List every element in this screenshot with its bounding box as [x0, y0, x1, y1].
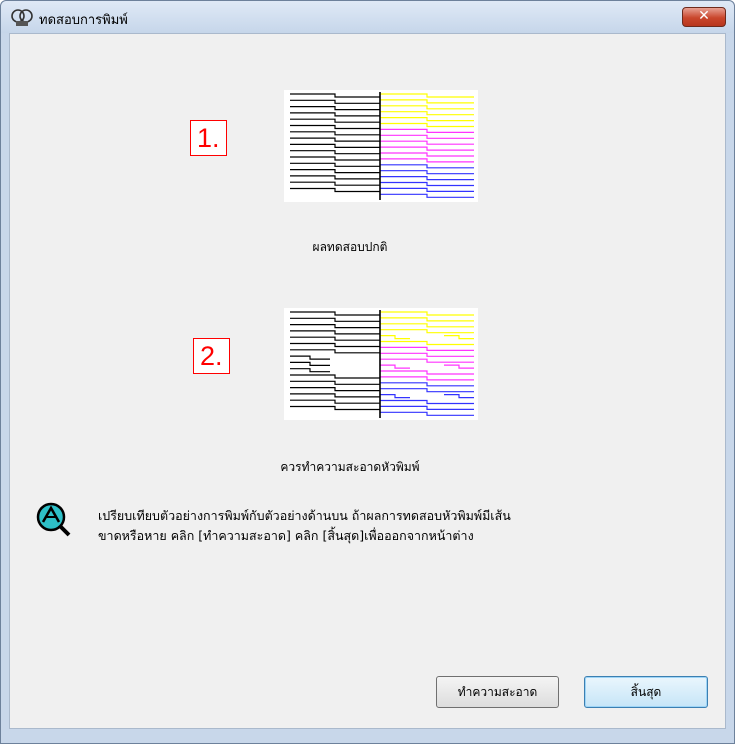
nozzle-line — [380, 187, 474, 193]
nozzle-line — [290, 336, 380, 341]
nozzle-line — [380, 323, 474, 328]
nozzle-line — [380, 134, 474, 139]
nozzle-line — [380, 99, 474, 104]
nozzle-line — [290, 349, 380, 354]
nozzle-line — [380, 370, 474, 375]
nozzle-line — [290, 355, 330, 360]
nozzle-line — [380, 364, 410, 369]
instruction-line-1: เปรียบเทียบตัวอย่างการพิมพ์กับตัวอย่างด้… — [98, 508, 511, 523]
nozzle-line — [380, 340, 474, 346]
magnifier-help-icon — [36, 502, 71, 537]
nozzle-line — [380, 175, 474, 181]
nozzle-line — [380, 158, 474, 163]
nozzle-line — [380, 140, 474, 145]
nozzle-line — [380, 128, 474, 134]
nozzle-line — [380, 335, 410, 340]
nozzle-line — [290, 317, 380, 322]
nozzle-line — [380, 93, 474, 98]
nozzle-line — [290, 162, 380, 167]
nozzle-line — [444, 364, 474, 369]
nozzle-line — [380, 358, 474, 363]
nozzle-line — [380, 346, 474, 352]
pattern-number-2: 2. — [193, 338, 230, 374]
window-title: ทดสอบการพิมพ์ — [39, 13, 128, 28]
nozzle-line — [380, 411, 474, 416]
pattern-number-1: 1. — [190, 120, 227, 156]
nozzle-line — [380, 393, 410, 399]
nozzle-line — [380, 152, 474, 157]
dialog-window: ทดสอบการพิมพ์ ✕ 1. ผลทดสอบปกติ 2. ควรทำค… — [0, 0, 735, 744]
close-button[interactable]: ✕ — [682, 7, 726, 27]
nozzle-line — [380, 329, 474, 334]
nozzle-line — [290, 118, 380, 123]
nozzle-line — [380, 352, 474, 357]
nozzle-line — [380, 170, 474, 175]
nozzle-line — [380, 399, 474, 405]
nozzle-line — [290, 368, 330, 373]
nozzle-line — [380, 181, 474, 187]
nozzle-line — [290, 374, 380, 379]
nozzle-line — [380, 311, 474, 316]
nozzle-line — [290, 386, 380, 392]
nozzle-line — [290, 99, 380, 104]
nozzle-line — [290, 380, 380, 385]
nozzle-line — [380, 146, 474, 151]
nozzle-line — [290, 405, 380, 411]
dialog-content: 1. ผลทดสอบปกติ 2. ควรทำความสะอาดหัวพิมพ์… — [9, 33, 726, 729]
nozzle-line — [380, 388, 474, 393]
nozzle-line — [290, 137, 380, 142]
nozzle-line — [290, 361, 330, 367]
nozzle-line — [290, 399, 380, 404]
nozzle-line — [444, 335, 474, 340]
nozzle-line — [380, 193, 474, 198]
nozzle-line — [380, 382, 474, 387]
nozzle-pattern-normal — [284, 90, 478, 202]
nozzle-line — [290, 131, 380, 136]
nozzle-line — [290, 393, 380, 398]
instruction-line-2: ขาดหรือหาย คลิก [ทำความสะอาด] คลิก [สิ้น… — [98, 528, 474, 543]
pattern-caption-normal: ผลทดสอบปกติ — [312, 240, 388, 254]
pattern-caption-needs-cleaning: ควรทำความสะอาดหัวพิมพ์ — [280, 460, 420, 474]
nozzle-line — [380, 111, 474, 116]
nozzle-line — [290, 150, 380, 155]
clean-button[interactable]: ทำความสะอาด — [436, 676, 559, 708]
nozzle-line — [380, 317, 474, 322]
nozzle-line — [290, 168, 380, 174]
nozzle-line — [380, 405, 474, 411]
nozzle-line — [290, 156, 380, 161]
nozzle-pattern-needs-cleaning — [284, 308, 478, 420]
nozzle-line — [290, 93, 380, 98]
nozzle-line — [290, 124, 380, 130]
nozzle-line — [290, 112, 380, 117]
finish-button[interactable]: สิ้นสุด — [584, 676, 708, 708]
nozzle-line — [290, 342, 380, 348]
nozzle-line — [290, 324, 380, 329]
nozzle-line — [290, 175, 380, 180]
nozzle-line — [380, 376, 474, 381]
nozzle-line — [290, 106, 380, 111]
nozzle-line — [290, 181, 380, 186]
instruction-text: เปรียบเทียบตัวอย่างการพิมพ์กับตัวอย่างด้… — [98, 506, 511, 546]
nozzle-line — [380, 117, 474, 122]
nozzle-line — [290, 143, 380, 149]
nozzle-line — [444, 393, 474, 399]
title-bar[interactable]: ทดสอบการพิมพ์ ✕ — [1, 1, 734, 33]
nozzle-line — [380, 105, 474, 110]
nozzle-line — [380, 164, 474, 169]
nozzle-line — [290, 311, 380, 316]
nozzle-line — [290, 330, 380, 335]
nozzle-line — [380, 122, 474, 128]
nozzle-line — [290, 187, 380, 193]
printer-check-icon — [11, 9, 33, 26]
